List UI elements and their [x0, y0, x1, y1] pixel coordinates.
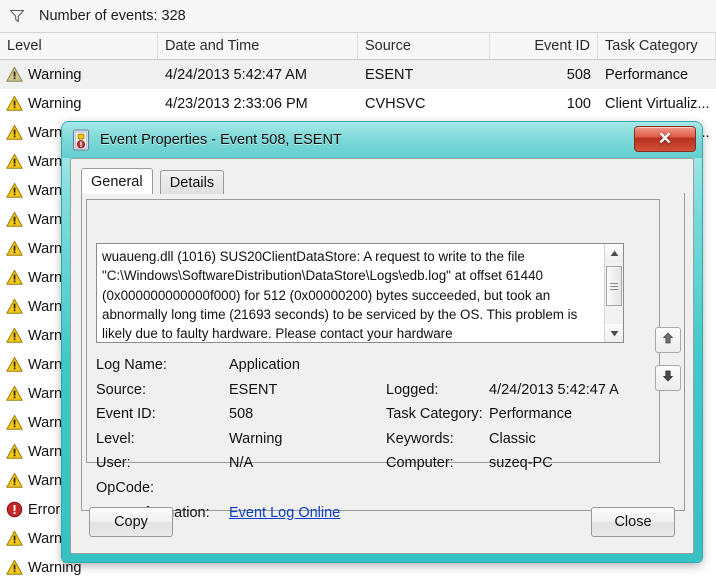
events-count-label: Number of events: 328 [39, 8, 186, 24]
event-id-cell: 508 [566, 66, 591, 83]
scroll-down-icon[interactable] [605, 324, 623, 342]
warning-icon [6, 240, 23, 257]
event-id-label: Event ID: [96, 406, 156, 423]
column-header-source[interactable]: Source [358, 33, 490, 59]
event-level-cell: Warning [0, 89, 158, 118]
event-id-cell: 100 [566, 95, 591, 112]
task-category-value: Performance [489, 406, 573, 423]
scroll-up-icon[interactable] [605, 244, 623, 262]
dialog-tabs[interactable]: General Details [81, 168, 685, 194]
warning-icon [6, 66, 23, 83]
warning-icon [6, 559, 23, 576]
warning-icon [6, 95, 23, 112]
event-properties-icon [71, 129, 91, 151]
tab-general[interactable]: General [81, 168, 153, 194]
warning-icon [6, 472, 23, 489]
events-summary-bar: Number of events: 328 [0, 0, 716, 33]
scrollbar-grip-icon [610, 281, 618, 292]
warning-icon [6, 356, 23, 373]
error-icon [6, 501, 23, 518]
close-icon[interactable]: ✕ [634, 126, 696, 152]
warning-icon [6, 414, 23, 431]
warning-icon [6, 385, 23, 402]
filter-funnel-icon [9, 8, 25, 24]
user-label: User: [96, 455, 131, 472]
event-viewer-screen: Number of events: 328 Level Date and Time… [0, 0, 716, 581]
events-column-header: Level Date and Time Source Event ID Task Cat… [0, 33, 716, 60]
source-value: ESENT [229, 381, 278, 398]
event-source-cell: ESENT [365, 66, 414, 83]
logged-label: Logged: [386, 381, 439, 398]
event-level-label: Error [28, 501, 61, 518]
event-task-cell: Client Virtualiz... [605, 95, 710, 112]
opcode-label: OpCode: [96, 479, 155, 496]
event-id-value: 508 [229, 406, 254, 423]
event-level-label: Warning [28, 95, 82, 112]
log-name-value: Application [229, 357, 300, 373]
tab-details[interactable]: Details [159, 170, 225, 194]
event-properties-grid: Log Name: Application Source: ESENT Logg… [96, 357, 636, 529]
table-row[interactable]: Warning 4/23/2013 2:33:06 PM CVHSVC 100 Clie… [0, 89, 716, 118]
description-scrollbar[interactable] [604, 244, 623, 342]
source-label: Source: [96, 381, 146, 398]
level-label: Level: [96, 430, 135, 447]
event-level-cell: Warning [0, 60, 158, 89]
user-value: N/A [229, 455, 254, 472]
property-row-event-id: Event ID: 508 Task Category: Performance [96, 406, 636, 431]
dialog-title-bar[interactable]: Event Properties - Event 508, ESENT ✕ [62, 122, 702, 158]
event-description-text: wuaueng.dll (1016) SUS20ClientDataStore:… [102, 249, 578, 342]
property-row-log-name: Log Name: Application [96, 357, 636, 382]
column-header-event-id[interactable]: Event ID [490, 33, 598, 59]
event-source-cell: CVHSVC [365, 95, 426, 112]
previous-event-button[interactable] [655, 327, 681, 353]
computer-label: Computer: [386, 455, 454, 472]
warning-icon [6, 182, 23, 199]
copy-button[interactable]: Copy [89, 507, 173, 537]
event-level-label: Warning [28, 66, 82, 83]
table-row[interactable]: Warning 4/24/2013 5:42:47 AM ESENT 508 Perfo… [0, 60, 716, 89]
warning-icon [6, 443, 23, 460]
keywords-label: Keywords: [386, 430, 454, 447]
logged-value: 4/24/2013 5:42:47 A [489, 381, 619, 398]
property-row-level: Level: Warning Keywords: Classic [96, 431, 636, 456]
warning-icon [6, 269, 23, 286]
close-button[interactable]: Close [591, 507, 675, 537]
level-value: Warning [229, 430, 283, 447]
warning-icon [6, 153, 23, 170]
next-event-button[interactable] [655, 365, 681, 391]
arrow-down-icon [661, 369, 675, 388]
task-category-label: Task Category: [386, 406, 483, 423]
log-name-label: Log Name: [96, 357, 167, 373]
column-header-date-and-time[interactable]: Date and Time [158, 33, 358, 59]
event-date-cell: 4/23/2013 2:33:06 PM [165, 95, 308, 112]
event-date-cell: 4/24/2013 5:42:47 AM [165, 66, 307, 83]
warning-icon [6, 327, 23, 344]
column-header-level[interactable]: Level [0, 33, 158, 59]
property-row-more-information: More Information: Event Log Online [96, 505, 636, 530]
dialog-title-text: Event Properties - Event 508, ESENT [100, 132, 342, 148]
event-log-online-link[interactable]: Event Log Online [229, 505, 340, 521]
property-row-user: User: N/A Computer: suzeq-PC [96, 455, 636, 480]
column-header-task-category[interactable]: Task Category [598, 33, 716, 59]
scrollbar-thumb[interactable] [606, 266, 622, 306]
warning-icon [6, 298, 23, 315]
keywords-value: Classic [489, 430, 536, 447]
property-row-source: Source: ESENT Logged: 4/24/2013 5:42:47 … [96, 382, 636, 407]
event-properties-dialog: Event Properties - Event 508, ESENT ✕ Ge… [62, 122, 702, 562]
warning-icon [6, 211, 23, 228]
warning-icon [6, 530, 23, 547]
arrow-up-icon [661, 331, 675, 350]
property-row-opcode: OpCode: [96, 480, 636, 505]
dialog-body: General Details wuaueng.dll (1016) SUS20C… [70, 158, 694, 554]
warning-icon [6, 124, 23, 141]
event-description-box[interactable]: wuaueng.dll (1016) SUS20ClientDataStore:… [96, 243, 624, 343]
computer-value: suzeq-PC [489, 455, 553, 472]
event-task-cell: Performance [605, 66, 689, 83]
